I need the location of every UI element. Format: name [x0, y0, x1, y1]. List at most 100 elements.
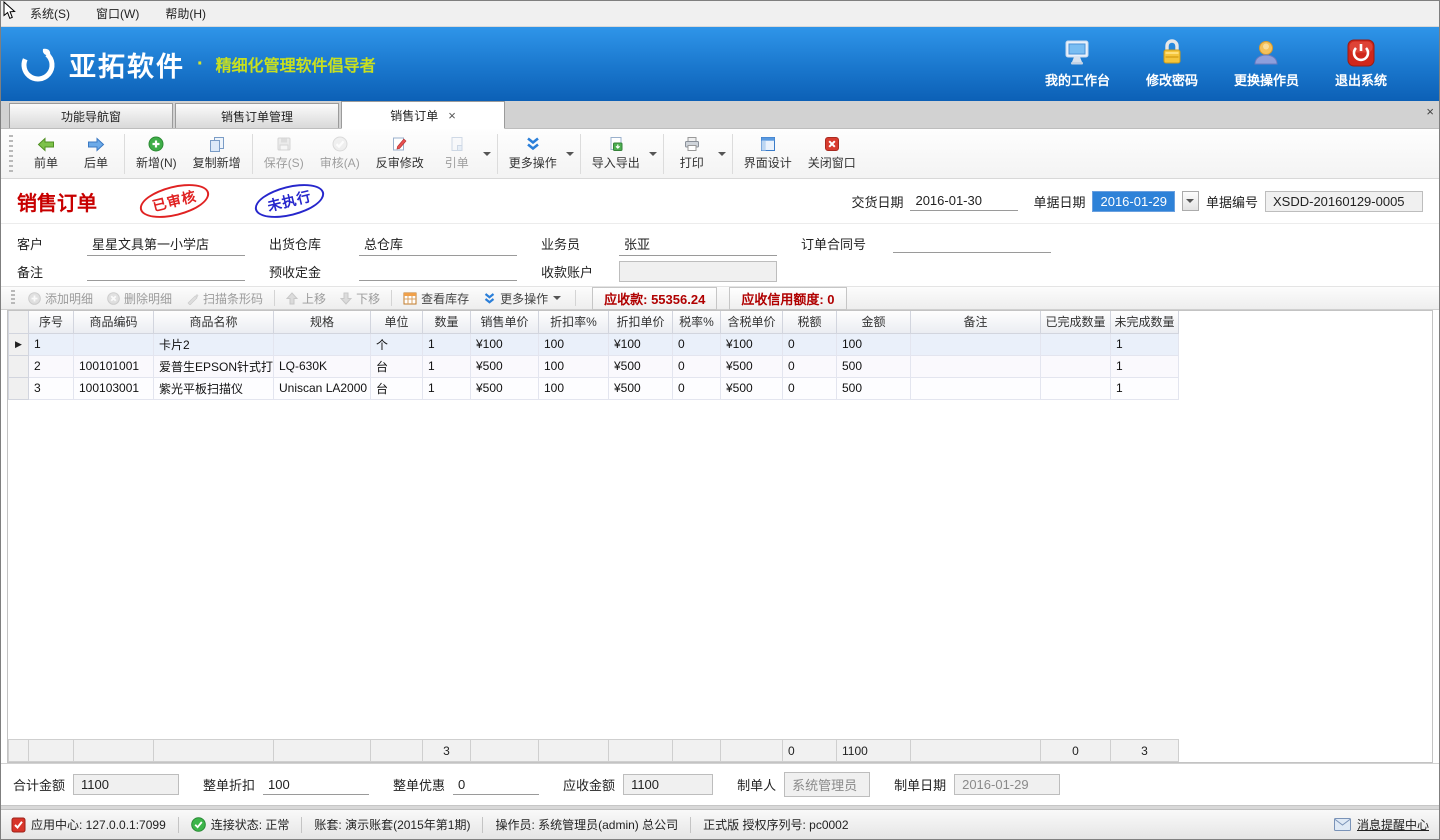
move-down-button[interactable]: 下移: [333, 289, 387, 308]
cell[interactable]: [911, 333, 1041, 355]
cell[interactable]: [911, 377, 1041, 399]
print-button[interactable]: 打印: [667, 132, 717, 175]
dropdown-caret-icon[interactable]: [649, 152, 657, 156]
cell[interactable]: 100101001: [74, 355, 154, 377]
cell[interactable]: 500: [837, 355, 911, 377]
cell[interactable]: 紫光平板扫描仪: [154, 377, 274, 399]
cell[interactable]: ¥500: [721, 355, 783, 377]
dropdown-caret-icon[interactable]: [483, 152, 491, 156]
cell[interactable]: 100: [539, 333, 609, 355]
cell[interactable]: 个: [371, 333, 423, 355]
menu-help[interactable]: 帮助(H): [152, 1, 219, 26]
cell[interactable]: 1: [29, 333, 74, 355]
tabstrip-close-icon[interactable]: ×: [1426, 104, 1434, 119]
cell[interactable]: LQ-630K: [274, 355, 371, 377]
col-header[interactable]: 数量: [423, 311, 471, 333]
cell[interactable]: 100103001: [74, 377, 154, 399]
exit-system-button[interactable]: 退出系统: [1329, 39, 1393, 89]
table-row[interactable]: 2 100101001 爱普生EPSON针式打印 LQ-630K 台 1 ¥50…: [9, 355, 1179, 377]
col-header[interactable]: 商品编码: [74, 311, 154, 333]
customer-field[interactable]: 星星文具第一小学店: [87, 232, 245, 256]
approve-button[interactable]: 审核(A): [312, 132, 368, 175]
col-header[interactable]: 规格: [274, 311, 371, 333]
doc-date-dropdown-button[interactable]: [1182, 191, 1199, 211]
col-header[interactable]: 税率%: [673, 311, 721, 333]
tab-sales-order-management[interactable]: 销售订单管理: [175, 103, 339, 128]
cell[interactable]: 3: [29, 377, 74, 399]
message-center-link[interactable]: 消息提醒中心: [1334, 816, 1429, 833]
cell[interactable]: 500: [837, 377, 911, 399]
col-header[interactable]: 销售单价: [471, 311, 539, 333]
cell[interactable]: Uniscan LA2000: [274, 377, 371, 399]
cell[interactable]: ¥500: [471, 377, 539, 399]
cell[interactable]: 卡片2: [154, 333, 274, 355]
menu-window[interactable]: 窗口(W): [83, 1, 152, 26]
table-row[interactable]: 3 100103001 紫光平板扫描仪 Uniscan LA2000 台 1 ¥…: [9, 377, 1179, 399]
cell[interactable]: 100: [539, 355, 609, 377]
import-export-button[interactable]: 导入导出: [584, 132, 648, 175]
more-actions-button[interactable]: 更多操作: [501, 132, 565, 175]
col-header[interactable]: 单位: [371, 311, 423, 333]
add-detail-button[interactable]: 添加明细: [21, 289, 100, 308]
cell[interactable]: 100: [539, 377, 609, 399]
cell[interactable]: [911, 355, 1041, 377]
tab-sales-order[interactable]: 销售订单 ×: [341, 101, 505, 129]
cell[interactable]: 台: [371, 355, 423, 377]
copy-new-button[interactable]: 复制新增: [185, 132, 249, 175]
col-header[interactable]: 含税单价: [721, 311, 783, 333]
cell[interactable]: 100: [837, 333, 911, 355]
cell[interactable]: 0: [673, 333, 721, 355]
cell[interactable]: [1041, 377, 1111, 399]
cell[interactable]: 1: [1111, 377, 1179, 399]
detail-more-actions-button[interactable]: 更多操作: [476, 289, 571, 308]
warehouse-field[interactable]: 总仓库: [359, 232, 517, 256]
cell[interactable]: ¥100: [471, 333, 539, 355]
col-header[interactable]: 序号: [29, 311, 74, 333]
cell[interactable]: ¥500: [471, 355, 539, 377]
prev-doc-button[interactable]: 前单: [21, 133, 71, 175]
move-up-button[interactable]: 上移: [279, 289, 333, 308]
col-header[interactable]: 备注: [911, 311, 1041, 333]
col-header[interactable]: 折扣率%: [539, 311, 609, 333]
cell[interactable]: [1041, 355, 1111, 377]
remark-field[interactable]: [87, 262, 245, 281]
deposit-field[interactable]: [359, 262, 517, 281]
cell[interactable]: [74, 333, 154, 355]
cell[interactable]: 爱普生EPSON针式打印: [154, 355, 274, 377]
delete-detail-button[interactable]: 删除明细: [100, 289, 179, 308]
scan-barcode-button[interactable]: 扫描条形码: [179, 289, 270, 308]
cell[interactable]: 1: [423, 333, 471, 355]
unapprove-edit-button[interactable]: 反审修改: [368, 132, 432, 175]
order-discount-field[interactable]: 100: [263, 775, 369, 795]
cell[interactable]: ¥500: [609, 377, 673, 399]
cell[interactable]: [1041, 333, 1111, 355]
cell[interactable]: 0: [783, 333, 837, 355]
cell[interactable]: 0: [673, 377, 721, 399]
col-header[interactable]: 税额: [783, 311, 837, 333]
table-row[interactable]: ▶ 1 卡片2 个 1 ¥100 100 ¥100 0 ¥100 0 100: [9, 333, 1179, 355]
cell[interactable]: 2: [29, 355, 74, 377]
my-workbench-button[interactable]: 我的工作台: [1045, 39, 1110, 89]
cell[interactable]: 1: [423, 355, 471, 377]
cell[interactable]: ¥500: [721, 377, 783, 399]
switch-operator-button[interactable]: 更换操作员: [1234, 39, 1299, 89]
pull-doc-button[interactable]: 引单: [432, 132, 482, 175]
col-header[interactable]: 金额: [837, 311, 911, 333]
save-button[interactable]: 保存(S): [256, 132, 312, 175]
tab-close-icon[interactable]: ×: [448, 109, 456, 122]
cell[interactable]: 0: [673, 355, 721, 377]
cell[interactable]: 0: [783, 355, 837, 377]
next-doc-button[interactable]: 后单: [71, 133, 121, 175]
view-stock-button[interactable]: 查看库存: [396, 289, 476, 308]
cell[interactable]: 1: [1111, 333, 1179, 355]
contract-no-field[interactable]: [893, 234, 1051, 253]
ui-design-button[interactable]: 界面设计: [736, 132, 800, 175]
menu-system[interactable]: 系统(S): [17, 1, 83, 26]
col-header[interactable]: 折扣单价: [609, 311, 673, 333]
cell[interactable]: ¥100: [721, 333, 783, 355]
col-header[interactable]: 已完成数量: [1041, 311, 1111, 333]
cell[interactable]: ¥500: [609, 355, 673, 377]
dropdown-caret-icon[interactable]: [718, 152, 726, 156]
doc-date-field[interactable]: 2016-01-29: [1092, 191, 1175, 212]
cell[interactable]: 台: [371, 377, 423, 399]
